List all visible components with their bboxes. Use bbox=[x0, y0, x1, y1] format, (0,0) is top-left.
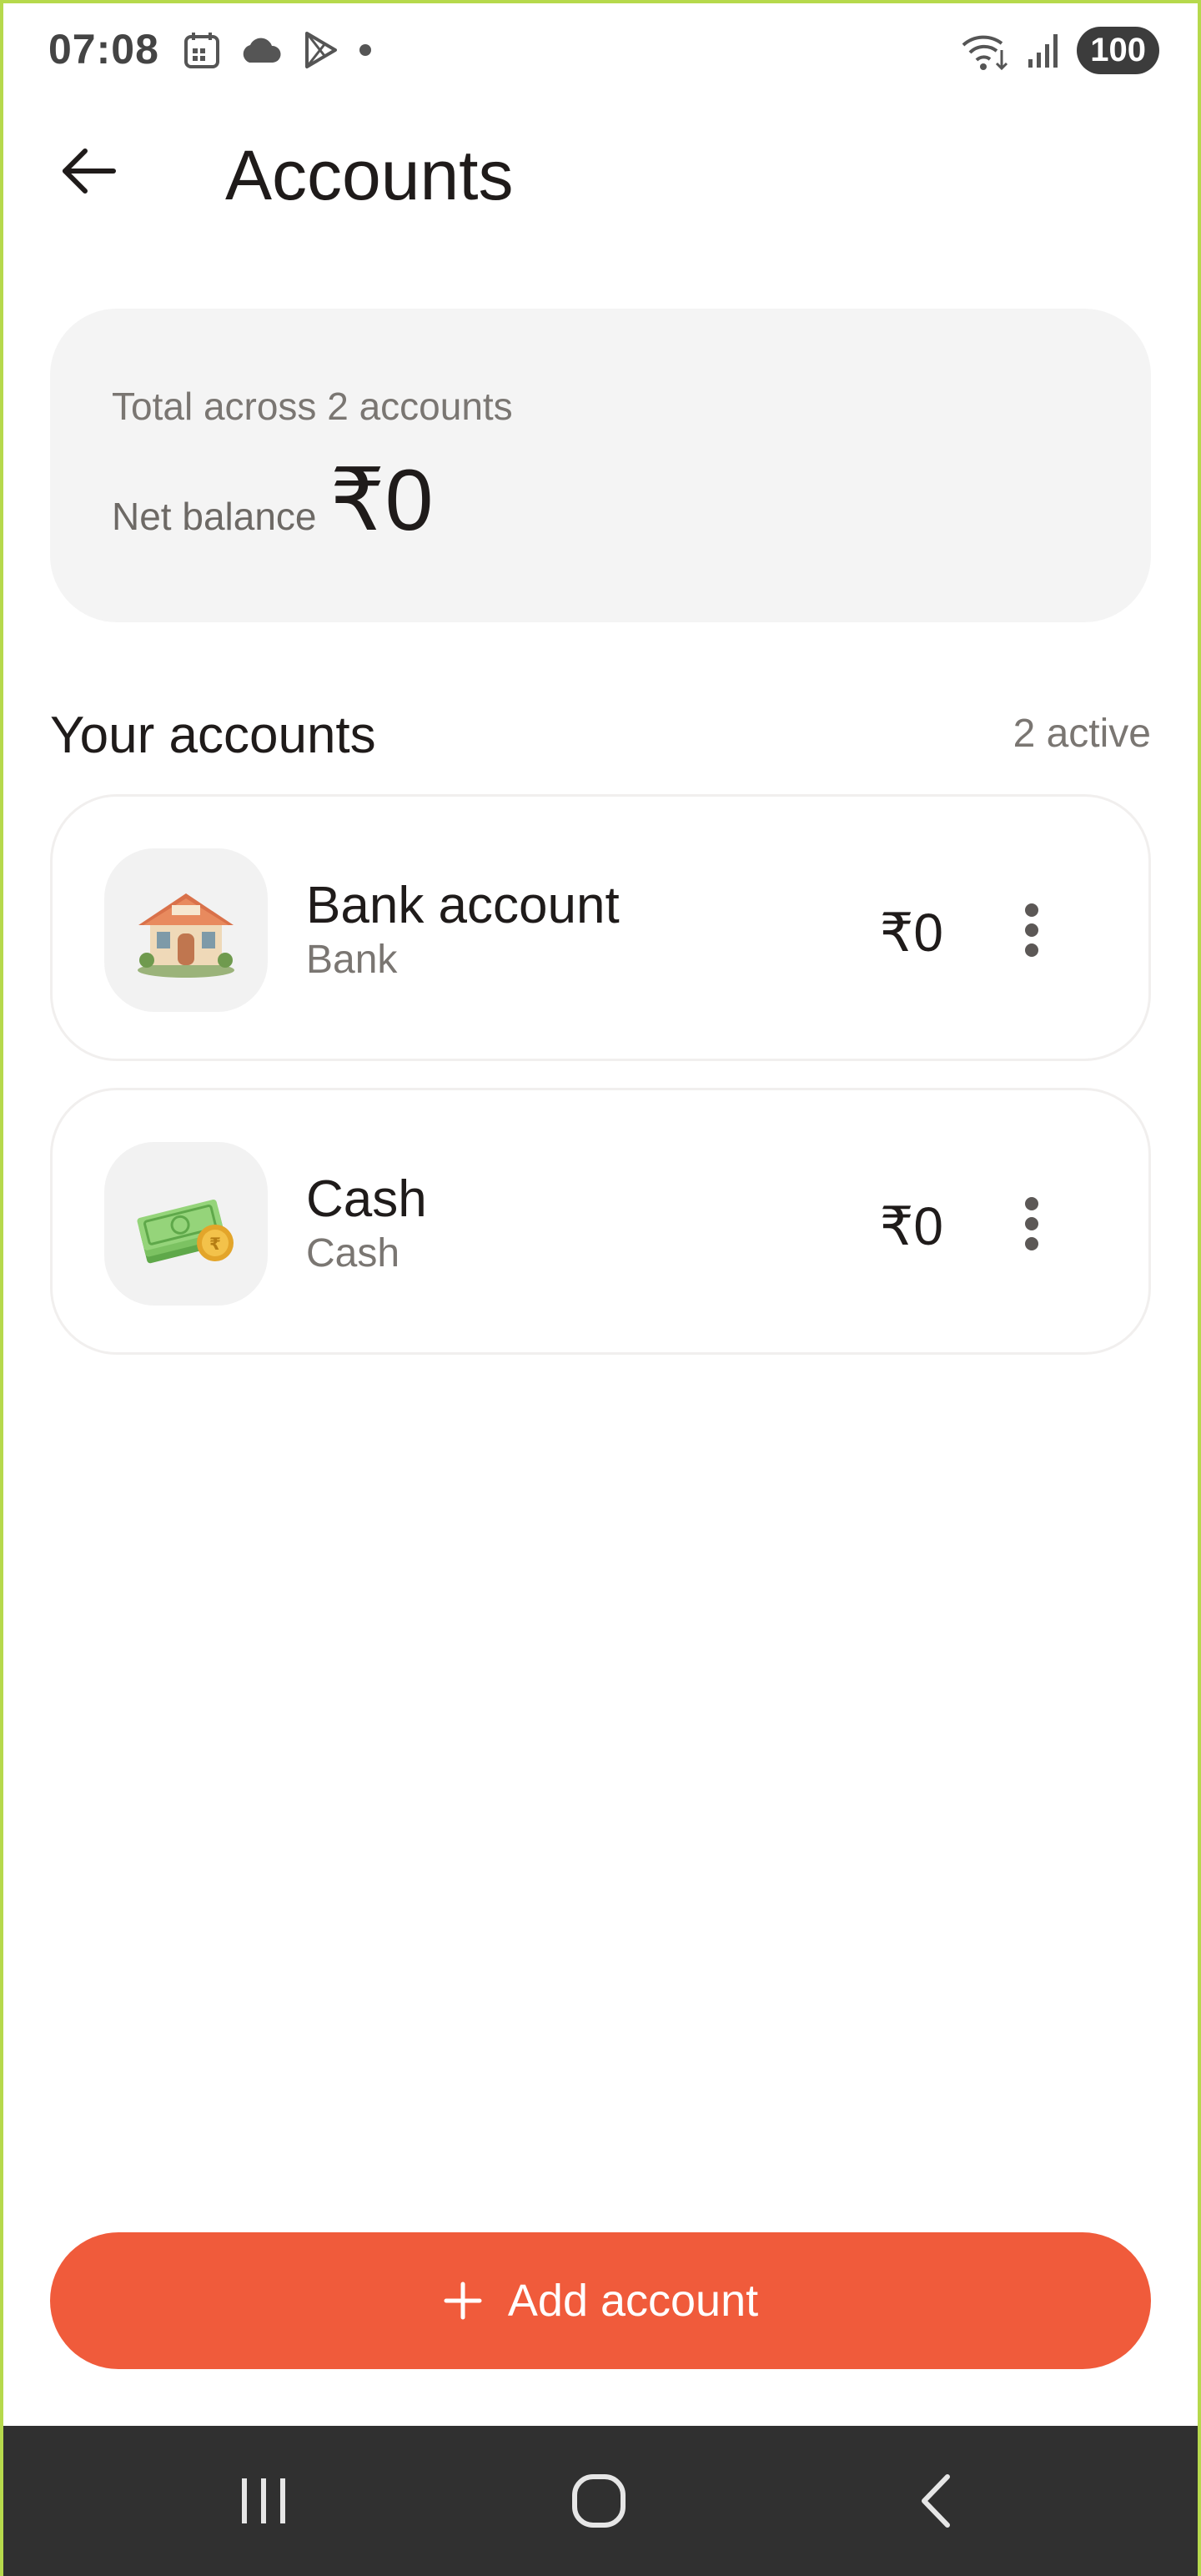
plus-icon bbox=[444, 2282, 482, 2320]
active-accounts-count: 2 active bbox=[1013, 712, 1151, 756]
account-card-bank[interactable]: Bank account Bank ₹0 bbox=[50, 794, 1151, 1061]
net-balance-row: Net balance ₹0 bbox=[112, 449, 434, 551]
cash-stack-icon: ₹ bbox=[137, 1199, 234, 1264]
accounts-total-subtitle: Total across 2 accounts bbox=[112, 385, 513, 428]
cloud-icon bbox=[243, 38, 281, 63]
status-icons-left bbox=[183, 30, 372, 70]
system-nav-bar bbox=[0, 2426, 1201, 2576]
recent-apps-button[interactable] bbox=[214, 2451, 314, 2551]
page-title: Accounts bbox=[225, 136, 514, 214]
home-icon bbox=[572, 2474, 626, 2528]
account-name: Bank account bbox=[306, 877, 620, 934]
arrow-left-icon bbox=[63, 148, 116, 194]
home-button[interactable] bbox=[549, 2451, 649, 2551]
account-name: Cash bbox=[306, 1170, 427, 1228]
net-balance-value: ₹0 bbox=[329, 452, 434, 549]
account-type: Cash bbox=[306, 1231, 400, 1275]
recent-apps-icon bbox=[242, 2478, 285, 2523]
more-options-icon[interactable] bbox=[1015, 1190, 1048, 1257]
account-icon-container: ₹ bbox=[104, 1142, 268, 1306]
back-button[interactable] bbox=[50, 133, 125, 209]
status-time: 07:08 bbox=[48, 26, 159, 73]
calendar-icon bbox=[184, 33, 219, 68]
account-type: Bank bbox=[306, 938, 398, 982]
system-back-button[interactable] bbox=[886, 2451, 986, 2551]
net-balance-label: Net balance bbox=[112, 495, 317, 538]
play-store-icon bbox=[305, 32, 337, 68]
add-account-button[interactable]: Add account bbox=[50, 2232, 1151, 2369]
account-balance: ₹0 bbox=[879, 1196, 943, 1256]
account-icon-container bbox=[104, 848, 268, 1012]
svg-text:₹: ₹ bbox=[209, 1234, 221, 1254]
status-icons-right: 100 bbox=[960, 27, 1159, 74]
signal-icon bbox=[1028, 33, 1058, 68]
dot-icon bbox=[359, 44, 371, 56]
account-card-cash[interactable]: ₹ Cash Cash ₹0 bbox=[50, 1088, 1151, 1355]
back-icon bbox=[922, 2474, 950, 2528]
status-bar: 07:08 100 bbox=[0, 0, 1201, 103]
battery-icon: 100 bbox=[1077, 27, 1159, 74]
wifi-icon bbox=[962, 35, 1008, 70]
net-balance-card: Total across 2 accounts Net balance ₹0 bbox=[50, 309, 1151, 622]
section-title: Your accounts bbox=[50, 707, 376, 764]
add-account-label: Add account bbox=[507, 2276, 759, 2326]
account-balance: ₹0 bbox=[879, 903, 943, 963]
more-options-icon[interactable] bbox=[1015, 897, 1048, 963]
bank-building-icon bbox=[138, 893, 234, 978]
